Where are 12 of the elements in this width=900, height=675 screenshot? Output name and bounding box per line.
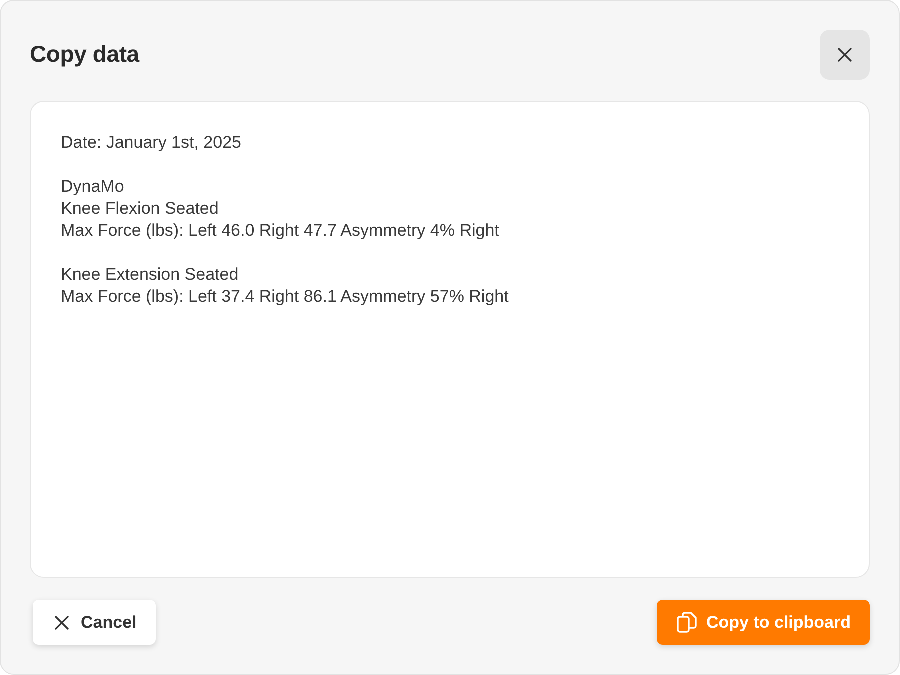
close-icon [838, 48, 852, 62]
text-line: Date: January 1st, 2025 [61, 132, 242, 154]
text-line: Max Force (lbs): Left 37.4 Right 86.1 Asymmetry 57% Right [61, 286, 509, 308]
copy-icon [676, 612, 696, 633]
text-line: Knee Extension Seated [61, 264, 239, 286]
dialog-title: Copy data [30, 41, 140, 69]
text-line: Knee Flexion Seated [61, 198, 219, 220]
close-button[interactable] [820, 30, 870, 80]
text-line: Max Force (lbs): Left 46.0 Right 47.7 Asymmetry 4% Right [61, 220, 500, 242]
close-icon [55, 616, 69, 630]
cancel-button[interactable]: Cancel [33, 600, 156, 645]
text-line: DynaMo [61, 176, 124, 198]
